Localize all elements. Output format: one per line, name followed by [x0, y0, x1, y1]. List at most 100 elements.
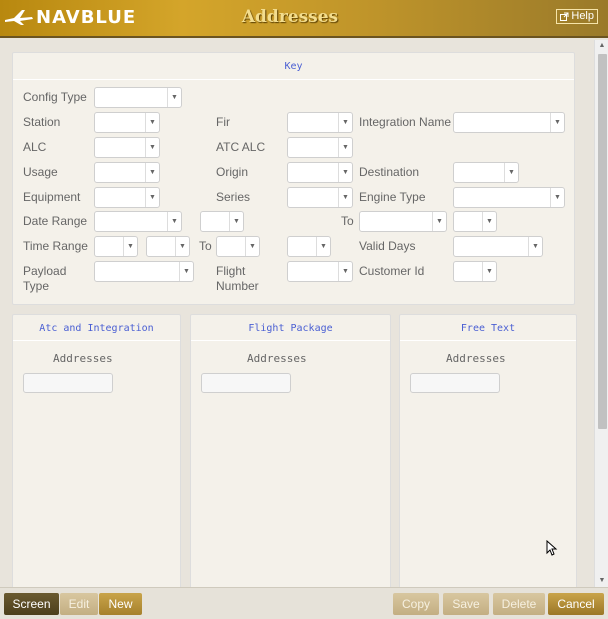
- usage-label: Usage: [23, 165, 58, 179]
- date-range-to-time-dropdown[interactable]: ▼: [453, 211, 497, 232]
- flight-package-panel: Flight Package Addresses: [190, 314, 391, 587]
- equipment-label: Equipment: [23, 190, 81, 204]
- valid-days-dropdown[interactable]: ▼: [453, 236, 543, 257]
- external-link-icon: [560, 12, 569, 21]
- delete-button[interactable]: Delete: [493, 593, 545, 615]
- date-range-from-time-dropdown[interactable]: ▼: [200, 211, 244, 232]
- time-range-label: Time Range: [23, 239, 88, 253]
- addresses-label: Addresses: [53, 352, 113, 365]
- origin-dropdown[interactable]: ▼: [287, 162, 353, 183]
- atc-integration-panel: Atc and Integration Addresses: [12, 314, 181, 587]
- chevron-down-icon: ▼: [338, 138, 352, 157]
- date-range-from-dropdown[interactable]: ▼: [94, 211, 182, 232]
- chevron-down-icon: ▼: [550, 188, 564, 207]
- date-range-to-label: To: [341, 214, 354, 228]
- alc-dropdown[interactable]: ▼: [94, 137, 160, 158]
- station-dropdown[interactable]: ▼: [94, 112, 160, 133]
- save-button[interactable]: Save: [443, 593, 489, 615]
- alc-label: ALC: [23, 140, 47, 154]
- engine-type-dropdown[interactable]: ▼: [453, 187, 565, 208]
- series-label: Series: [216, 190, 251, 204]
- series-dropdown[interactable]: ▼: [287, 187, 353, 208]
- time-range-to-label: To: [199, 239, 212, 253]
- chevron-down-icon: ▼: [482, 262, 496, 281]
- chevron-down-icon: ▼: [167, 88, 181, 107]
- date-range-to-dropdown[interactable]: ▼: [359, 211, 447, 232]
- panel-title: Atc and Integration: [39, 323, 154, 334]
- chevron-down-icon: ▼: [145, 138, 159, 157]
- chevron-down-icon: ▼: [167, 212, 181, 231]
- addresses-input[interactable]: [410, 373, 500, 393]
- time-range-from-minute-dropdown[interactable]: ▼: [146, 236, 190, 257]
- chevron-down-icon: ▼: [338, 188, 352, 207]
- copy-button[interactable]: Copy: [393, 593, 439, 615]
- addresses-label: Addresses: [247, 352, 307, 365]
- new-button[interactable]: New: [99, 593, 142, 615]
- chevron-down-icon: ▼: [504, 163, 518, 182]
- cancel-button[interactable]: Cancel: [548, 593, 604, 615]
- divider: [13, 340, 180, 341]
- key-panel-title: Key: [284, 61, 303, 72]
- footer-toolbar: Screen Edit New Copy Save Delete Cancel: [0, 587, 608, 619]
- addresses-input[interactable]: [201, 373, 291, 393]
- addresses-input[interactable]: [23, 373, 113, 393]
- atc-alc-dropdown[interactable]: ▼: [287, 137, 353, 158]
- chevron-down-icon: ▼: [175, 237, 189, 256]
- payload-type-dropdown[interactable]: ▼: [94, 261, 194, 282]
- page-title: Addresses: [241, 7, 339, 27]
- divider: [13, 79, 574, 80]
- payload-type-label: Payload Type: [23, 264, 67, 293]
- usage-dropdown[interactable]: ▼: [94, 162, 160, 183]
- app-header: NAVBLUE Addresses Help: [0, 0, 608, 38]
- help-button[interactable]: Help: [556, 9, 598, 24]
- customer-id-dropdown[interactable]: ▼: [453, 261, 497, 282]
- time-range-to-hour-dropdown[interactable]: ▼: [216, 236, 260, 257]
- integration-name-label: Integration Name: [359, 115, 452, 129]
- edit-button[interactable]: Edit: [60, 593, 98, 615]
- chevron-down-icon: ▼: [338, 113, 352, 132]
- chevron-down-icon: ▼: [338, 262, 352, 281]
- chevron-down-icon: ▼: [145, 188, 159, 207]
- flight-number-dropdown[interactable]: ▼: [287, 261, 353, 282]
- destination-label: Destination: [359, 165, 420, 179]
- screen-button[interactable]: Screen: [4, 593, 59, 615]
- help-label: Help: [571, 10, 594, 22]
- chevron-down-icon: ▼: [316, 237, 330, 256]
- customer-id-label: Customer Id: [359, 264, 425, 278]
- config-type-label: Config Type: [23, 90, 87, 104]
- fir-dropdown[interactable]: ▼: [287, 112, 353, 133]
- divider: [191, 340, 390, 341]
- fir-label: Fir: [216, 115, 230, 129]
- atc-alc-label: ATC ALC: [216, 140, 266, 154]
- station-label: Station: [23, 115, 61, 129]
- config-type-dropdown[interactable]: ▼: [94, 87, 182, 108]
- time-range-from-hour-dropdown[interactable]: ▼: [94, 236, 138, 257]
- chevron-down-icon: ▼: [550, 113, 564, 132]
- equipment-dropdown[interactable]: ▼: [94, 187, 160, 208]
- vertical-scrollbar[interactable]: ▲ ▼: [594, 40, 608, 587]
- time-range-to-minute-dropdown[interactable]: ▼: [287, 236, 331, 257]
- engine-type-label: Engine Type: [359, 190, 426, 204]
- key-panel: Key Config Type ▼ Station ▼ Fir ▼ Integr…: [12, 52, 575, 305]
- chevron-down-icon: ▼: [179, 262, 193, 281]
- flight-number-label: Flight Number: [216, 264, 259, 293]
- valid-days-label: Valid Days: [359, 239, 416, 253]
- chevron-down-icon: ▼: [145, 113, 159, 132]
- chevron-down-icon: ▼: [123, 237, 137, 256]
- integration-name-dropdown[interactable]: ▼: [453, 112, 565, 133]
- date-range-label: Date Range: [23, 214, 88, 228]
- addresses-label: Addresses: [446, 352, 506, 365]
- scroll-down-arrow-icon[interactable]: ▼: [595, 575, 608, 587]
- destination-dropdown[interactable]: ▼: [453, 162, 519, 183]
- panel-title: Flight Package: [248, 323, 333, 334]
- scroll-thumb[interactable]: [598, 54, 607, 429]
- origin-label: Origin: [216, 165, 249, 179]
- chevron-down-icon: ▼: [338, 163, 352, 182]
- chevron-down-icon: ▼: [245, 237, 259, 256]
- scroll-up-arrow-icon[interactable]: ▲: [595, 40, 608, 52]
- mouse-cursor-icon: [546, 540, 558, 556]
- main-content: Key Config Type ▼ Station ▼ Fir ▼ Integr…: [0, 40, 594, 587]
- chevron-down-icon: ▼: [145, 163, 159, 182]
- chevron-down-icon: ▼: [528, 237, 542, 256]
- divider: [400, 340, 576, 341]
